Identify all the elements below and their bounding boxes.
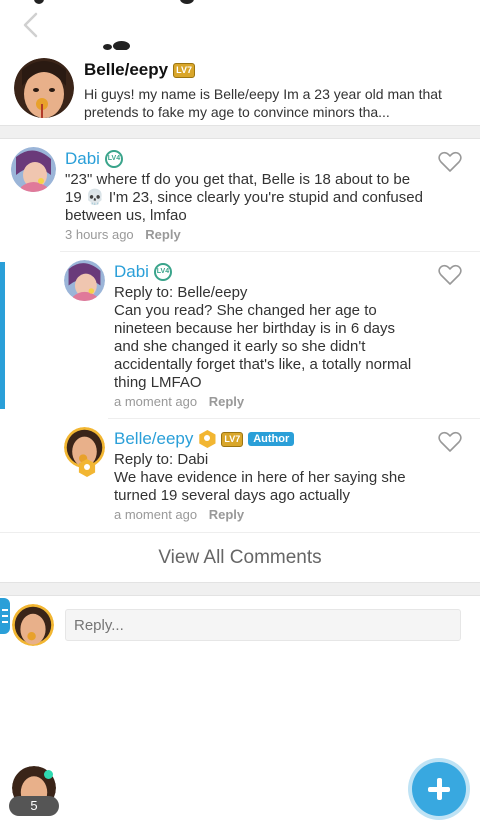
menu-icon xyxy=(2,609,8,623)
heart-outline-icon[interactable] xyxy=(438,151,462,173)
reply-item: Dabi LV4 Reply to: Belle/eepy Can you re… xyxy=(0,252,480,417)
heart-outline-icon[interactable] xyxy=(438,264,462,286)
section-separator xyxy=(0,582,480,596)
reply-bar xyxy=(0,596,480,656)
top-bar xyxy=(0,0,480,51)
comment-text: We have evidence in here of her saying s… xyxy=(114,469,406,504)
create-post-button[interactable] xyxy=(412,762,466,816)
section-separator xyxy=(0,125,480,139)
level-badge: LV7 xyxy=(173,62,195,78)
author-tag: Author xyxy=(248,432,295,446)
comment-author[interactable]: Belle/eepy LV7 Author xyxy=(114,429,295,449)
level-badge: LV4 xyxy=(104,150,123,168)
reply-input[interactable] xyxy=(65,609,461,641)
post-author-name[interactable]: Belle/eepy LV7 xyxy=(84,60,195,80)
comment-time: a moment ago xyxy=(114,507,198,522)
comment-meta: a moment ago Reply xyxy=(114,507,244,522)
back-button[interactable] xyxy=(16,10,46,40)
comment-meta: a moment ago Reply xyxy=(114,394,244,409)
notification-count[interactable]: 5 xyxy=(9,796,59,816)
post-author-avatar[interactable] xyxy=(14,58,74,118)
view-all-comments-button[interactable]: View All Comments xyxy=(0,532,480,582)
comment-text: "23" where tf do you get that, Belle is … xyxy=(65,171,423,224)
badge-icon xyxy=(199,430,216,448)
chevron-left-icon xyxy=(23,12,38,38)
comment-time: a moment ago xyxy=(114,394,198,409)
commenter-avatar[interactable] xyxy=(11,147,56,192)
my-avatar[interactable] xyxy=(12,604,54,646)
comment-time: 3 hours ago xyxy=(65,227,134,242)
reply-button[interactable]: Reply xyxy=(209,394,244,409)
reply-button[interactable]: Reply xyxy=(209,507,244,522)
commenter-avatar[interactable] xyxy=(64,260,105,301)
post-excerpt[interactable]: Hi guys! my name is Belle/eepy Im a 23 y… xyxy=(84,85,466,121)
reply-to-label: Reply to: Belle/eepy xyxy=(114,284,248,301)
reply-button[interactable]: Reply xyxy=(145,227,180,242)
comment-item: Dabi LV4 "23" where tf do you get that, … xyxy=(0,139,480,251)
reply-item: Belle/eepy LV7 Author Reply to: Dabi We … xyxy=(0,419,480,531)
comment-author[interactable]: Dabi LV4 xyxy=(114,262,172,282)
decor-blob xyxy=(34,0,44,4)
level-badge: LV7 xyxy=(221,431,244,447)
comment-text: Can you read? She changed her age to nin… xyxy=(114,302,412,391)
comment-meta: 3 hours ago Reply xyxy=(65,227,181,242)
reply-to-label: Reply to: Dabi xyxy=(114,451,209,468)
comment-author[interactable]: Dabi LV4 xyxy=(65,149,123,169)
side-menu-tab[interactable] xyxy=(0,598,10,634)
online-indicator xyxy=(44,770,53,779)
post-header[interactable]: Belle/eepy LV7 Hi guys! my name is Belle… xyxy=(0,50,480,125)
level-badge: LV4 xyxy=(153,263,172,281)
heart-outline-icon[interactable] xyxy=(438,431,462,453)
decor-blob xyxy=(180,0,194,4)
